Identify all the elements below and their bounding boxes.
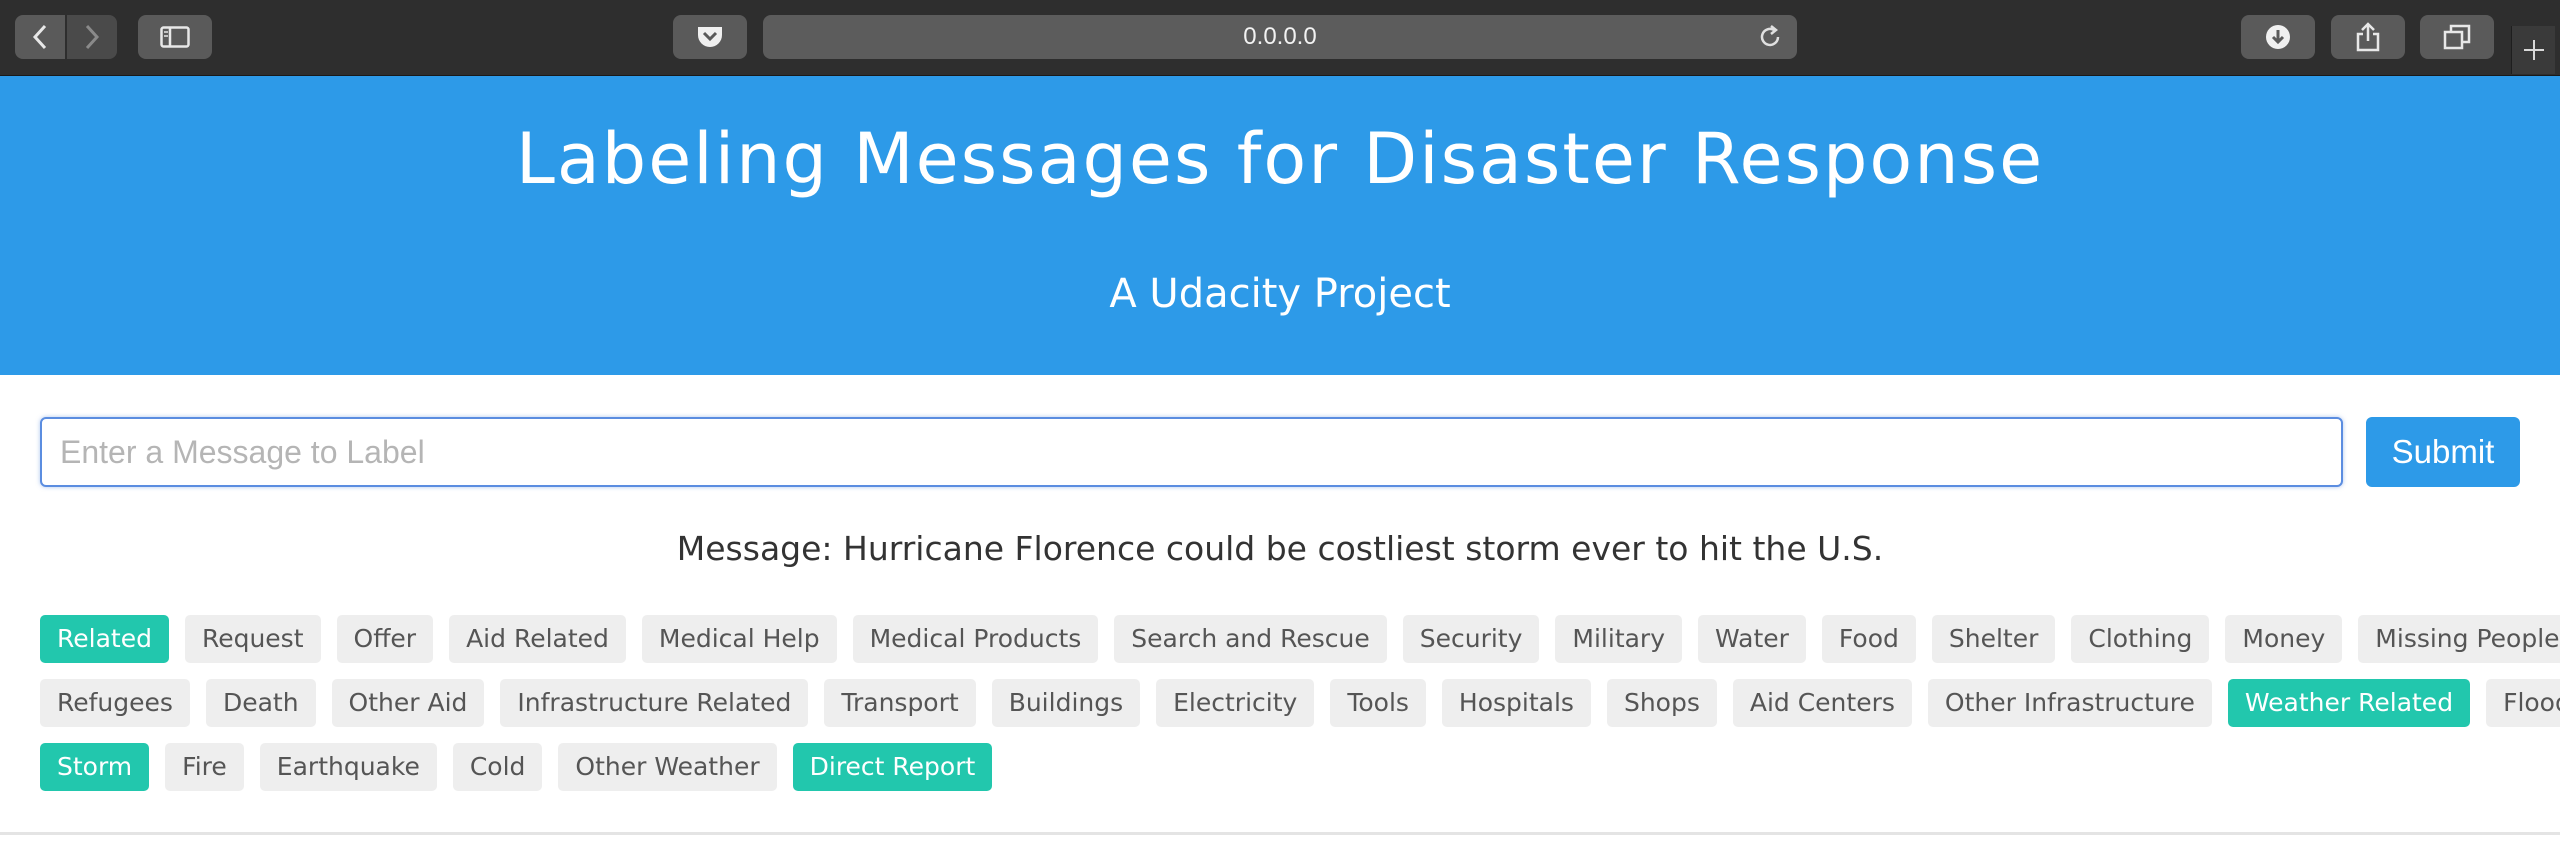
classified-message: Message: Hurricane Florence could be cos…	[676, 529, 1884, 568]
pocket-icon	[698, 27, 722, 47]
chevron-right-icon	[85, 24, 100, 50]
label-chip-shelter: Shelter	[1931, 615, 2056, 663]
label-chip-offer: Offer	[336, 615, 434, 663]
browser-toolbar: 0.0.0.0	[0, 0, 2560, 76]
download-icon	[2266, 25, 2290, 49]
label-chip-cold: Cold	[452, 743, 543, 791]
label-chip-transport: Transport	[824, 679, 976, 727]
submit-button[interactable]: Submit	[2366, 417, 2520, 487]
label-chip-missing-people: Missing People	[2358, 615, 2560, 663]
page-subtitle: A Udacity Project	[1109, 271, 1451, 317]
label-chip-medical-help: Medical Help	[641, 615, 837, 663]
label-chip-infrastructure-related: Infrastructure Related	[500, 679, 809, 727]
label-chip-aid-related: Aid Related	[449, 615, 626, 663]
url-text: 0.0.0.0	[1243, 23, 1317, 50]
label-chip-other-weather: Other Weather	[558, 743, 777, 791]
label-chip-request: Request	[184, 615, 321, 663]
label-chip-water: Water	[1698, 615, 1806, 663]
label-chip-other-infrastructure: Other Infrastructure	[1927, 679, 2212, 727]
label-chip-buildings: Buildings	[991, 679, 1141, 727]
label-chip-death: Death	[205, 679, 316, 727]
label-chip-earthquake: Earthquake	[259, 743, 437, 791]
label-chip-weather-related: Weather Related	[2227, 679, 2471, 727]
label-chip-clothing: Clothing	[2071, 615, 2210, 663]
plus-icon	[2523, 40, 2544, 60]
label-chip-food: Food	[1821, 615, 1916, 663]
label-chip-hospitals: Hospitals	[1441, 679, 1591, 727]
label-chip-search-and-rescue: Search and Rescue	[1114, 615, 1387, 663]
hero-banner: Labeling Messages for Disaster Response …	[0, 76, 2560, 375]
tabs-icon	[2443, 24, 2471, 50]
label-chip-aid-centers: Aid Centers	[1732, 679, 1912, 727]
page-divider	[0, 832, 2560, 835]
new-tab-button[interactable]	[2511, 26, 2555, 74]
chevron-left-icon	[32, 24, 47, 50]
label-chip-security: Security	[1402, 615, 1540, 663]
label-chip-tools: Tools	[1330, 679, 1426, 727]
share-icon	[2356, 22, 2380, 52]
sidebar-icon	[160, 26, 190, 48]
label-chip-medical-products: Medical Products	[852, 615, 1099, 663]
label-chip-money: Money	[2225, 615, 2343, 663]
message-input[interactable]	[40, 417, 2343, 487]
tab-overview-button[interactable]	[2420, 15, 2494, 59]
label-chip-military: Military	[1555, 615, 1683, 663]
label-chip-other-aid: Other Aid	[331, 679, 485, 727]
page-title: Labeling Messages for Disaster Response	[515, 118, 2045, 200]
share-button[interactable]	[2331, 15, 2405, 59]
sidebar-toggle-button[interactable]	[138, 15, 212, 59]
label-row: Refugees Death Other Aid Infrastructure …	[40, 679, 2560, 727]
back-button[interactable]	[15, 15, 65, 59]
label-chip-direct-report: Direct Report	[792, 743, 993, 791]
label-chip-electricity: Electricity	[1156, 679, 1315, 727]
label-chip-storm: Storm	[40, 743, 150, 791]
label-chip-floods: Floods	[2486, 679, 2560, 727]
address-bar[interactable]: 0.0.0.0	[763, 15, 1797, 59]
pocket-button[interactable]	[673, 15, 747, 59]
label-chip-refugees: Refugees	[40, 679, 190, 727]
label-row: Related Request Offer Aid Related Medica…	[40, 615, 2560, 663]
label-row: Storm Fire Earthquake Cold Other Weather…	[40, 743, 993, 791]
forward-button[interactable]	[67, 15, 117, 59]
label-chip-related: Related	[40, 615, 169, 663]
label-chip-fire: Fire	[165, 743, 244, 791]
label-chip-shops: Shops	[1606, 679, 1717, 727]
downloads-button[interactable]	[2241, 15, 2315, 59]
reload-icon[interactable]	[1757, 24, 1783, 50]
